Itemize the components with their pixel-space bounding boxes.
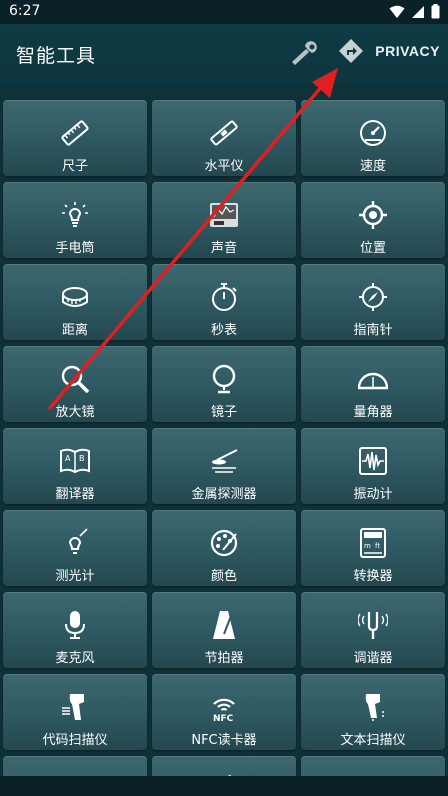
tool-tile-level[interactable]: 水平仪 (152, 100, 296, 176)
location-icon (359, 201, 387, 229)
tool-label: 调谐器 (353, 651, 393, 666)
tool-tile-microphone[interactable]: 麦克风 (3, 592, 147, 668)
magnifier-icon (61, 365, 90, 394)
tool-tile-color[interactable]: 颜色 (152, 510, 296, 586)
mirror-icon (212, 364, 236, 394)
navigation-bar (0, 776, 448, 796)
tool-label: 翻译器 (55, 487, 95, 502)
tool-tile-translator[interactable]: A B 翻译器 (3, 428, 147, 504)
tool-tile-metronome[interactable]: 节拍器 (152, 592, 296, 668)
tool-label: 位置 (359, 241, 386, 256)
status-bar: 6:27 (0, 0, 448, 24)
tool-tile-text-scanner[interactable]: 文本扫描仪 (301, 674, 445, 750)
tool-label: 测光计 (55, 569, 95, 584)
ruler-icon (61, 120, 89, 146)
translate-book-icon: A B (60, 448, 90, 474)
tool-tile-converter[interactable]: m ft 转换器 (301, 510, 445, 586)
tool-tile-partial[interactable] (3, 756, 147, 776)
tool-label: 水平仪 (204, 159, 244, 174)
tool-tile-sound[interactable]: 声音 (152, 182, 296, 258)
svg-text:NFC: NFC (213, 714, 234, 722)
tool-label: 麦克风 (55, 651, 95, 666)
protractor-icon (358, 372, 388, 390)
tape-measure-icon (62, 287, 88, 307)
tool-tile-magnifier[interactable]: 放大镜 (3, 346, 147, 422)
tool-label: 秒表 (210, 323, 237, 338)
flashlight-icon (62, 202, 88, 227)
tool-tile-protractor[interactable]: 量角器 (301, 346, 445, 422)
tool-tile-distance[interactable]: 距离 (3, 264, 147, 340)
tool-tile-compass[interactable]: 指南针 (301, 264, 445, 340)
metal-detector-icon (212, 449, 238, 473)
tool-tile-tuner[interactable]: 调谐器 (301, 592, 445, 668)
compass-icon (359, 283, 387, 311)
app-title: 智能工具 (16, 45, 97, 67)
sound-meter-icon (210, 203, 238, 227)
light-meter-icon (68, 528, 88, 554)
stopwatch-icon (212, 283, 237, 311)
tool-label: 转换器 (353, 569, 393, 584)
app-bar: 智能工具 PRIVACY (0, 24, 448, 86)
svg-text:B: B (79, 454, 85, 463)
tool-tile-partial[interactable] (152, 756, 296, 776)
tool-label: 文本扫描仪 (340, 733, 406, 748)
level-icon (210, 120, 238, 146)
battery-icon (431, 4, 440, 19)
tool-tile-metal-detector[interactable]: 金属探测器 (152, 428, 296, 504)
calculator-icon: m ft (360, 528, 386, 558)
tool-label: 振动计 (353, 487, 393, 502)
tool-grid: 尺子 水平仪 速度 手电筒 声音 位置 距离 秒表 指南针 放大镜 镜子 量角器… (0, 96, 448, 776)
directions-icon[interactable] (338, 38, 364, 64)
palette-icon (210, 529, 238, 557)
speedometer-icon (360, 120, 386, 146)
tool-tile-code-scanner[interactable]: 代码扫描仪 (3, 674, 147, 750)
microphone-icon (65, 611, 85, 639)
tool-label: 颜色 (210, 569, 237, 584)
tool-label: 手电筒 (55, 241, 95, 256)
tool-tile-light-meter[interactable]: 测光计 (3, 510, 147, 586)
wrench-icon[interactable] (288, 40, 320, 66)
tool-tile-flashlight[interactable]: 手电筒 (3, 182, 147, 258)
tool-tile-speed[interactable]: 速度 (301, 100, 445, 176)
tool-label: 速度 (359, 159, 386, 174)
status-icons (389, 4, 440, 19)
tool-label: 尺子 (61, 159, 88, 174)
status-time: 6:27 (9, 3, 41, 19)
tool-tile-ruler[interactable]: 尺子 (3, 100, 147, 176)
tool-tile-partial[interactable] (301, 756, 445, 776)
tool-label: 代码扫描仪 (42, 733, 108, 748)
tool-label: 节拍器 (204, 651, 244, 666)
tool-tile-nfc-reader[interactable]: NFC NFC读卡器 (152, 674, 296, 750)
svg-text:m: m (364, 542, 371, 550)
svg-text:A: A (65, 454, 71, 463)
tool-tile-location[interactable]: 位置 (301, 182, 445, 258)
privacy-button[interactable]: PRIVACY (375, 43, 440, 59)
tool-label: 量角器 (353, 405, 393, 420)
svg-text:ft: ft (375, 542, 380, 550)
tool-label: 指南针 (353, 323, 393, 338)
tool-label: 金属探测器 (191, 487, 257, 502)
tool-label: 声音 (210, 241, 237, 256)
nfc-icon: NFC (213, 698, 235, 722)
barcode-scanner-icon (62, 694, 84, 720)
vibration-icon (359, 447, 387, 475)
metronome-icon (213, 611, 235, 639)
tool-label: 放大镜 (55, 405, 95, 420)
tool-label: NFC读卡器 (191, 733, 257, 748)
wifi-icon (389, 5, 405, 18)
tool-label: 距离 (61, 323, 88, 338)
tuning-fork-icon (358, 612, 388, 639)
text-scanner-icon (365, 694, 384, 721)
tool-tile-vibration[interactable]: 振动计 (301, 428, 445, 504)
tool-label: 镜子 (210, 405, 237, 420)
cellular-signal-icon (412, 5, 424, 18)
tool-tile-stopwatch[interactable]: 秒表 (152, 264, 296, 340)
tool-tile-mirror[interactable]: 镜子 (152, 346, 296, 422)
